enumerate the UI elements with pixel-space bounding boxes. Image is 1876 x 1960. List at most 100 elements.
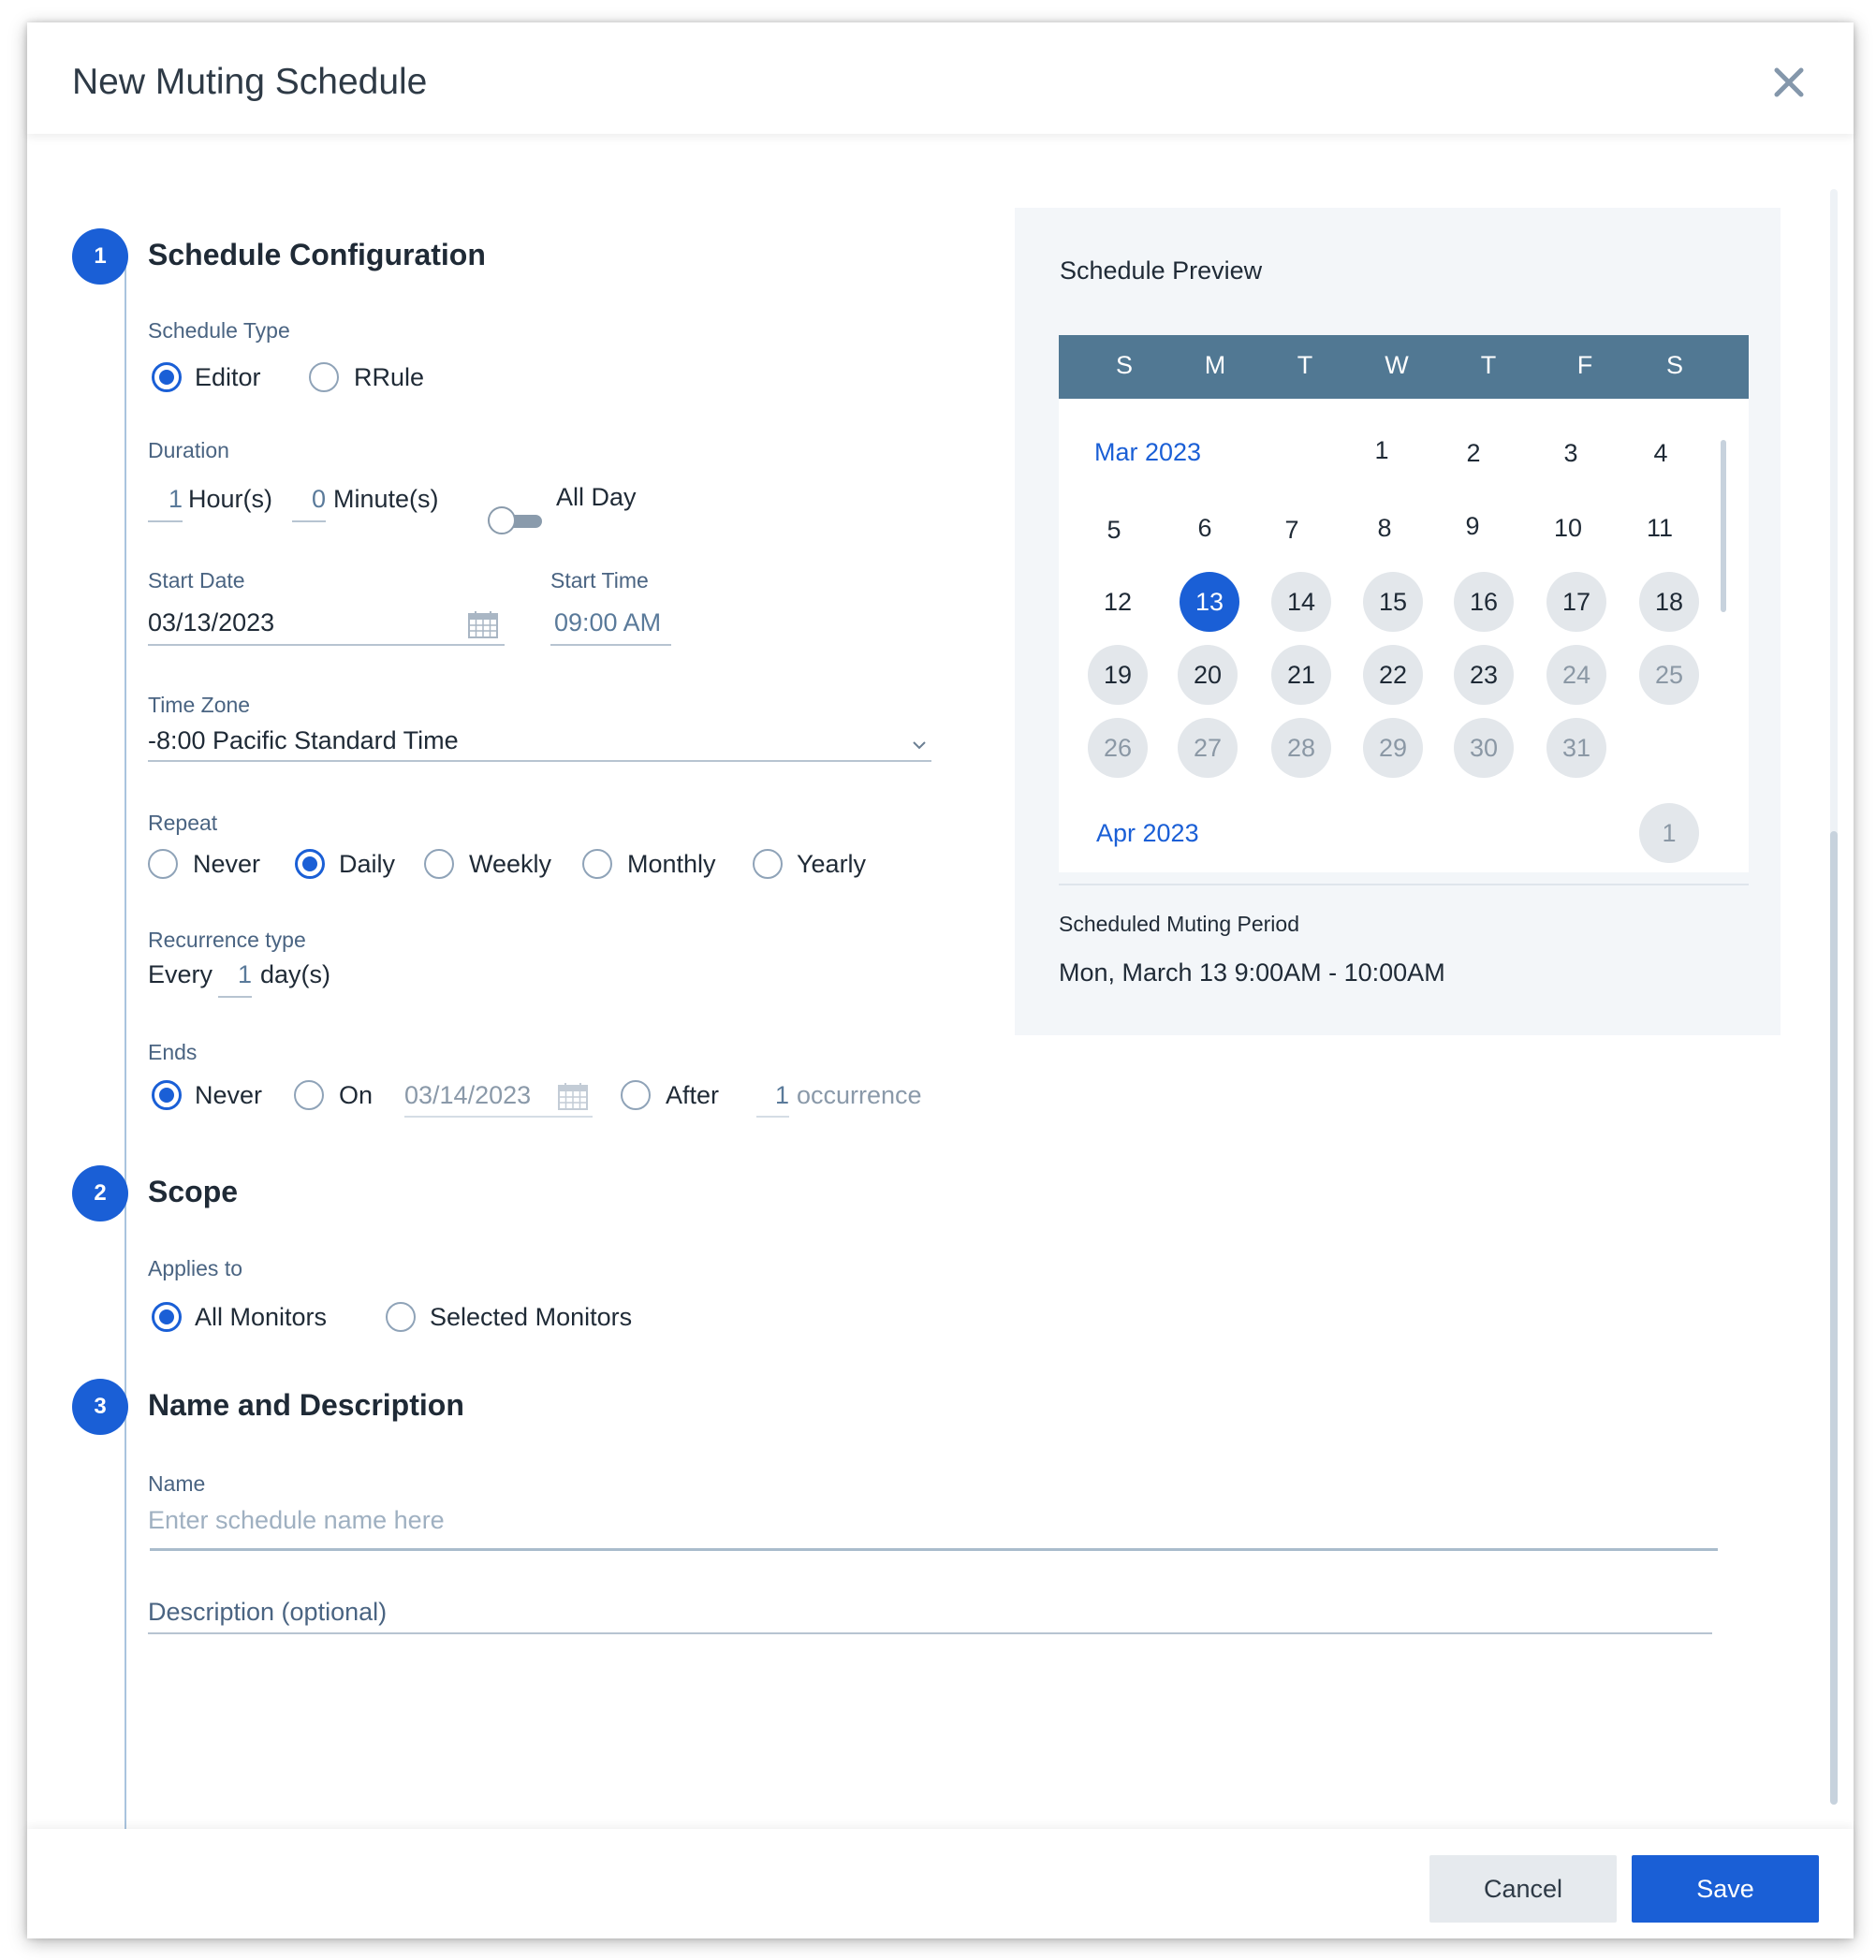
radio-all-monitors[interactable] bbox=[152, 1302, 182, 1332]
duration-hours-underline bbox=[148, 520, 183, 522]
calendar-day: 30 bbox=[1454, 718, 1514, 778]
calendar-day: 15 bbox=[1363, 572, 1423, 632]
radio-rrule[interactable] bbox=[309, 362, 339, 392]
save-button[interactable]: Save bbox=[1632, 1855, 1819, 1923]
ends-on-date-input[interactable]: 03/14/2023 bbox=[404, 1081, 531, 1110]
applies-to-label: Applies to bbox=[148, 1256, 243, 1280]
recurrence-interval-input[interactable]: 1 bbox=[218, 960, 252, 989]
muting-schedule-dialog: New Muting Schedule 1 Schedule Configura… bbox=[27, 22, 1854, 1938]
calendar-scrollbar[interactable] bbox=[1721, 440, 1726, 612]
calendar-day: 3 bbox=[1563, 438, 1578, 467]
recurrence-type-label: Recurrence type bbox=[148, 928, 306, 952]
weekday-sat: S bbox=[1665, 351, 1683, 379]
radio-repeat-monthly[interactable] bbox=[582, 849, 612, 879]
close-icon[interactable] bbox=[1770, 64, 1808, 101]
dialog-scrollbar-thumb[interactable] bbox=[1830, 831, 1838, 1805]
ends-on-date-underline bbox=[404, 1116, 593, 1118]
radio-selected-monitors[interactable] bbox=[386, 1302, 416, 1332]
ends-label: Ends bbox=[148, 1040, 198, 1064]
recurrence-interval-underline bbox=[218, 996, 252, 998]
duration-minutes-input[interactable]: 0 bbox=[292, 485, 326, 514]
repeat-label: Repeat bbox=[148, 811, 218, 835]
radio-selected-monitors-label[interactable]: Selected Monitors bbox=[430, 1303, 632, 1332]
calendar-day: 26 bbox=[1088, 718, 1148, 778]
section-title-name-and-description: Name and Description bbox=[148, 1388, 464, 1422]
calendar-day: 24 bbox=[1546, 645, 1606, 705]
step-1-badge: 1 bbox=[72, 228, 128, 285]
steps-connector-line bbox=[125, 252, 126, 1848]
calendar-day: 19 bbox=[1088, 645, 1148, 705]
duration-minutes-underline bbox=[292, 520, 326, 522]
calendar-day: 27 bbox=[1178, 718, 1238, 778]
calendar-day: 5 bbox=[1107, 515, 1121, 544]
calendar-day: 2 bbox=[1466, 438, 1481, 467]
calendar-day: 1 bbox=[1374, 435, 1389, 464]
calendar-day: 28 bbox=[1271, 718, 1331, 778]
calendar-day: 31 bbox=[1546, 718, 1606, 778]
duration-label: Duration bbox=[148, 438, 229, 462]
scheduled-muting-period-value: Mon, March 13 9:00AM - 10:00AM bbox=[1059, 958, 1445, 987]
radio-ends-after[interactable] bbox=[621, 1080, 651, 1110]
dialog-title: New Muting Schedule bbox=[72, 62, 428, 102]
all-day-toggle[interactable] bbox=[488, 506, 542, 534]
name-input-underline bbox=[150, 1548, 1718, 1551]
start-date-input[interactable]: 03/13/2023 bbox=[148, 608, 274, 637]
calendar-day: 10 bbox=[1553, 513, 1583, 542]
start-date-label: Start Date bbox=[148, 568, 245, 592]
radio-editor-label[interactable]: Editor bbox=[195, 363, 261, 392]
duration-minutes-unit: Minute(s) bbox=[333, 485, 439, 513]
dialog-header: New Muting Schedule bbox=[27, 22, 1854, 134]
radio-repeat-never-label[interactable]: Never bbox=[193, 850, 260, 879]
radio-ends-on[interactable] bbox=[294, 1080, 324, 1110]
time-zone-select[interactable]: -8:00 Pacific Standard Time bbox=[148, 726, 459, 755]
calendar-weekday-header: S M T W T F S bbox=[1059, 335, 1749, 399]
calendar-day-selected: 13 bbox=[1180, 572, 1239, 632]
chevron-down-icon[interactable] bbox=[910, 736, 929, 754]
radio-ends-never-label[interactable]: Never bbox=[195, 1081, 262, 1110]
month-label-mar: Mar 2023 bbox=[1094, 438, 1202, 466]
radio-repeat-monthly-label[interactable]: Monthly bbox=[627, 850, 716, 879]
time-zone-label: Time Zone bbox=[148, 693, 251, 717]
weekday-sun: S bbox=[1115, 351, 1133, 379]
ends-after-count-input[interactable]: 1 bbox=[756, 1081, 789, 1110]
calendar-day: 29 bbox=[1363, 718, 1423, 778]
preview-divider bbox=[1059, 884, 1749, 885]
time-zone-underline bbox=[148, 760, 931, 762]
radio-repeat-weekly[interactable] bbox=[424, 849, 454, 879]
radio-repeat-yearly[interactable] bbox=[753, 849, 783, 879]
name-input[interactable]: Enter schedule name here bbox=[148, 1506, 445, 1535]
calendar-day: 25 bbox=[1639, 645, 1699, 705]
cancel-button[interactable]: Cancel bbox=[1429, 1855, 1617, 1923]
radio-ends-on-label[interactable]: On bbox=[339, 1081, 373, 1110]
radio-repeat-daily[interactable] bbox=[295, 849, 325, 879]
start-time-underline bbox=[550, 644, 671, 646]
calendar-day: 16 bbox=[1454, 572, 1514, 632]
schedule-preview-panel: Schedule Preview S M T W T F S Mar 2023 … bbox=[1015, 208, 1781, 1035]
radio-ends-after-label[interactable]: After bbox=[666, 1081, 719, 1110]
month-label-apr: Apr 2023 bbox=[1096, 819, 1199, 847]
start-time-label: Start Time bbox=[550, 568, 649, 592]
radio-ends-never[interactable] bbox=[152, 1080, 182, 1110]
radio-repeat-weekly-label[interactable]: Weekly bbox=[469, 850, 551, 879]
duration-hours-unit: Hour(s) bbox=[188, 485, 273, 513]
start-time-input[interactable]: 09:00 AM bbox=[554, 608, 661, 637]
calendar-day: 14 bbox=[1271, 572, 1331, 632]
description-input[interactable]: Description (optional) bbox=[148, 1598, 387, 1627]
calendar-icon[interactable] bbox=[558, 1082, 588, 1110]
step-2-badge: 2 bbox=[72, 1165, 128, 1221]
start-date-underline bbox=[148, 644, 505, 646]
radio-all-monitors-label[interactable]: All Monitors bbox=[195, 1303, 327, 1332]
ends-after-count-underline bbox=[756, 1116, 789, 1118]
duration-hours-input[interactable]: 1 bbox=[148, 485, 183, 514]
calendar-day: 23 bbox=[1454, 645, 1514, 705]
radio-editor[interactable] bbox=[152, 362, 182, 392]
calendar-day: 21 bbox=[1271, 645, 1331, 705]
calendar-day: 9 bbox=[1465, 511, 1480, 540]
radio-rrule-label[interactable]: RRule bbox=[354, 363, 424, 392]
radio-repeat-never[interactable] bbox=[148, 849, 178, 879]
schedule-type-label: Schedule Type bbox=[148, 318, 290, 343]
calendar-icon[interactable] bbox=[468, 610, 498, 638]
radio-repeat-daily-label[interactable]: Daily bbox=[339, 850, 395, 879]
radio-repeat-yearly-label[interactable]: Yearly bbox=[797, 850, 866, 879]
schedule-preview-title: Schedule Preview bbox=[1060, 256, 1263, 285]
